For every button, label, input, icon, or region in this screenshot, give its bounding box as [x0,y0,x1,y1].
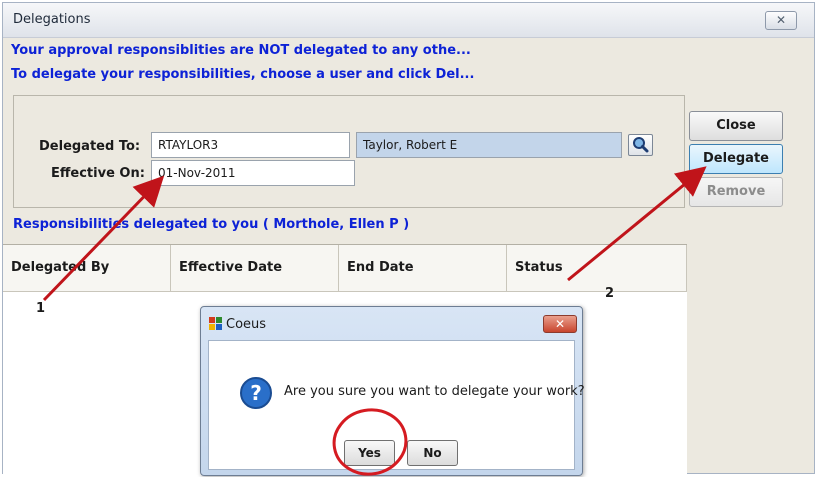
delegated-to-input[interactable]: RTAYLOR3 [151,132,350,158]
search-icon [633,137,649,153]
section-title: Responsibilities delegated to you ( Mort… [13,217,410,232]
remove-button[interactable]: Remove [689,177,783,207]
info-message-1: Your approval responsiblities are NOT de… [11,43,471,58]
effective-on-input[interactable]: 01-Nov-2011 [151,160,355,186]
column-header-status[interactable]: Status [507,245,687,291]
dialog-title: Coeus [226,317,267,332]
delegated-to-name-field: Taylor, Robert E [356,132,622,158]
confirm-dialog: Coeus ✕ ? Are you sure you want to deleg… [200,306,585,476]
annotation-marker-2: 2 [605,286,615,301]
dialog-content: ? Are you sure you want to delegate your… [208,340,585,470]
column-header-delegated-by[interactable]: Delegated By [3,245,171,291]
window-title: Delegations [13,12,91,27]
annotation-marker-1: 1 [36,301,46,316]
delegations-window: Delegations ✕ Your approval responsiblit… [2,2,815,477]
title-bar: Delegations ✕ [3,3,814,38]
column-header-effective-date[interactable]: Effective Date [171,245,339,291]
svg-text:?: ? [250,381,262,405]
user-lookup-button[interactable] [628,134,653,156]
delegated-to-label: Delegated To: [39,139,141,154]
question-icon: ? [240,377,272,409]
coeus-app-icon [209,317,222,330]
no-button[interactable]: No [407,440,458,466]
dialog-close-button[interactable]: ✕ [543,315,577,333]
column-header-end-date[interactable]: End Date [339,245,507,291]
info-message-2: To delegate your responsibilities, choos… [11,67,475,82]
dialog-message: Are you sure you want to delegate your w… [284,384,585,399]
yes-button[interactable]: Yes [344,440,395,466]
delegate-button[interactable]: Delegate [689,144,783,174]
effective-on-label: Effective On: [51,166,145,181]
close-button[interactable]: Close [689,111,783,141]
window-close-button[interactable]: ✕ [765,11,797,30]
